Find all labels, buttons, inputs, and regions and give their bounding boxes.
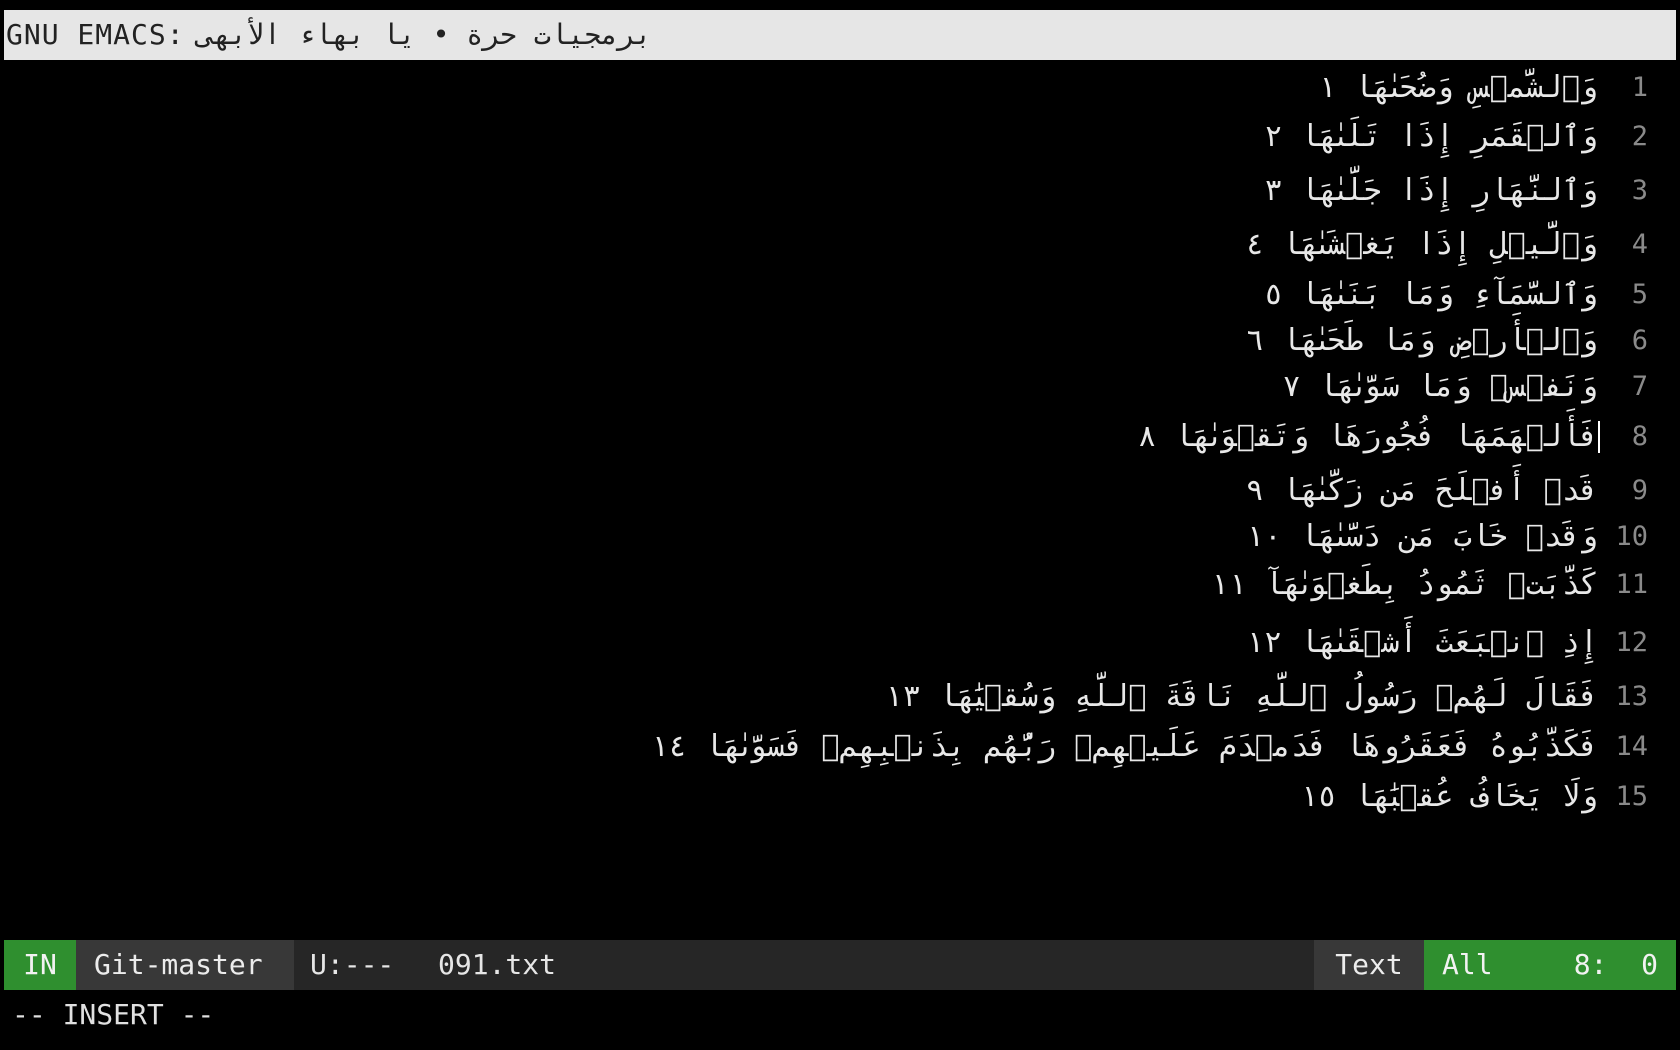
line-number: 2 [1631,121,1648,152]
line-number: 7 [1631,371,1648,402]
line-number: 15 [1615,781,1648,812]
app-name: GNU EMACS: [6,18,185,51]
line-number: 1 [1631,72,1648,103]
editor-line[interactable]: فَقَالَ لَهُمۡ رَسُولُ ٱللَّهِ نَاقَةَ ٱ… [4,673,1676,721]
line-number: 5 [1631,279,1648,310]
line-number: 11 [1615,569,1648,600]
editor-line[interactable]: وَٱلنَّهَارِ إِذَا جَلَّىٰهَا ٣ 3 [4,167,1676,215]
editor-line[interactable]: وَٱلسَّمَآءِ وَمَا بَنَىٰهَا ٥ 5 [4,271,1676,319]
editor-line[interactable]: وَنَفۡسٖ وَمَا سَوَّىٰهَا ٧ 7 [4,363,1676,411]
cursor-position: 8: 0 [1573,948,1658,981]
line-text[interactable]: فَأَلۡهَمَهَا فُجُورَهَا وَتَقۡوَىٰهَا ٨ [1138,413,1598,461]
editor-line[interactable]: وَقَدۡ خَابَ مَن دَسَّىٰهَا ١٠ 10 [4,513,1676,561]
line-number: 8 [1631,421,1648,452]
emacs-window: GNU EMACS: برمجيات حرة • يا بهاء الأبهى و… [4,0,1676,1050]
line-number: 10 [1615,521,1648,552]
editor-line[interactable]: فَأَلۡهَمَهَا فُجُورَهَا وَتَقۡوَىٰهَا ٨… [4,413,1676,461]
line-number: 9 [1631,475,1648,506]
line-text[interactable]: وَنَفۡسٖ وَمَا سَوَّىٰهَا ٧ [1283,363,1598,411]
minibuffer[interactable]: -- INSERT -- [12,990,214,1040]
position-segment: All 8: 0 [1424,940,1676,990]
line-number: 4 [1631,229,1648,260]
line-number: 12 [1615,627,1648,658]
line-text[interactable]: وَٱلسَّمَآءِ وَمَا بَنَىٰهَا ٥ [1264,271,1598,319]
major-mode[interactable]: Text [1314,940,1424,990]
line-text[interactable]: قَدۡ أَفۡلَحَ مَن زَكَّىٰهَا ٩ [1246,467,1598,515]
editor-line[interactable]: وَٱلشَّمۡسِ وَضُحَىٰهَا ١ 1 [4,64,1676,112]
line-text[interactable]: وَٱلنَّهَارِ إِذَا جَلَّىٰهَا ٣ [1264,167,1598,215]
line-number: 14 [1615,731,1648,762]
line-text[interactable]: فَكَذَّبُوهُ فَعَقَرُوهَا فَدَمۡدَمَ عَل… [650,723,1598,771]
line-number: 6 [1631,325,1648,356]
editor-buffer[interactable]: وَٱلشَّمۡسِ وَضُحَىٰهَا ١ 1 وَٱلۡقَمَرِ إِ… [4,64,1676,934]
editor-line[interactable]: قَدۡ أَفۡلَحَ مَن زَكَّىٰهَا ٩ 9 [4,467,1676,515]
editor-line[interactable]: وَٱلۡأَرۡضِ وَمَا طَحَىٰهَا ٦ 6 [4,317,1676,365]
editor-line[interactable]: وَٱلۡقَمَرِ إِذَا تَلَىٰهَا ٢ 2 [4,113,1676,161]
line-number: 13 [1615,681,1648,712]
editor-line[interactable]: إِذِ ٱنۢبَعَثَ أَشۡقَىٰهَا ١٢ 12 [4,619,1676,667]
line-text[interactable]: وَلَا يَخَافُ عُقۡبَٰهَا ١٥ [1300,773,1598,821]
line-number: 3 [1631,175,1648,206]
title-bar: GNU EMACS: برمجيات حرة • يا بهاء الأبهى [4,10,1676,60]
editor-line[interactable]: وَٱلَّيۡلِ إِذَا يَغۡشَىٰهَا ٤ 4 [4,221,1676,269]
vcs-branch[interactable]: Git-master [76,940,294,990]
line-text[interactable]: وَٱلَّيۡلِ إِذَا يَغۡشَىٰهَا ٤ [1246,221,1598,269]
line-text[interactable]: فَقَالَ لَهُمۡ رَسُولُ ٱللَّهِ نَاقَةَ ٱ… [885,673,1598,721]
editor-line[interactable]: كَذَّبَتۡ ثَمُودُ بِطَغۡوَىٰهَآ ١١ 11 [4,561,1676,609]
buffer-status: U:--- [310,948,395,981]
editor-line[interactable]: وَلَا يَخَافُ عُقۡبَٰهَا ١٥ 15 [4,773,1676,821]
line-text[interactable]: إِذِ ٱنۢبَعَثَ أَشۡقَىٰهَا ١٢ [1246,619,1598,667]
buffer-filename[interactable]: 091.txt [438,940,556,990]
window-title: برمجيات حرة • يا بهاء الأبهى [196,18,652,51]
line-text[interactable]: وَٱلشَّمۡسِ وَضُحَىٰهَا ١ [1318,64,1598,112]
line-text[interactable]: وَٱلۡقَمَرِ إِذَا تَلَىٰهَا ٢ [1264,113,1598,161]
line-text[interactable]: وَٱلۡأَرۡضِ وَمَا طَحَىٰهَا ٦ [1246,317,1598,365]
text-cursor [1598,421,1600,453]
line-text[interactable]: وَقَدۡ خَابَ مَن دَسَّىٰهَا ١٠ [1246,513,1598,561]
editor-line[interactable]: فَكَذَّبُوهُ فَعَقَرُوهَا فَدَمۡدَمَ عَل… [4,723,1676,771]
evil-state-indicator: IN [4,940,76,990]
line-text[interactable]: كَذَّبَتۡ ثَمُودُ بِطَغۡوَىٰهَآ ١١ [1210,561,1598,609]
mode-line: IN Git-master U:--- 091.txt Text All 8: … [4,940,1676,990]
scroll-indicator: All [1442,948,1493,981]
